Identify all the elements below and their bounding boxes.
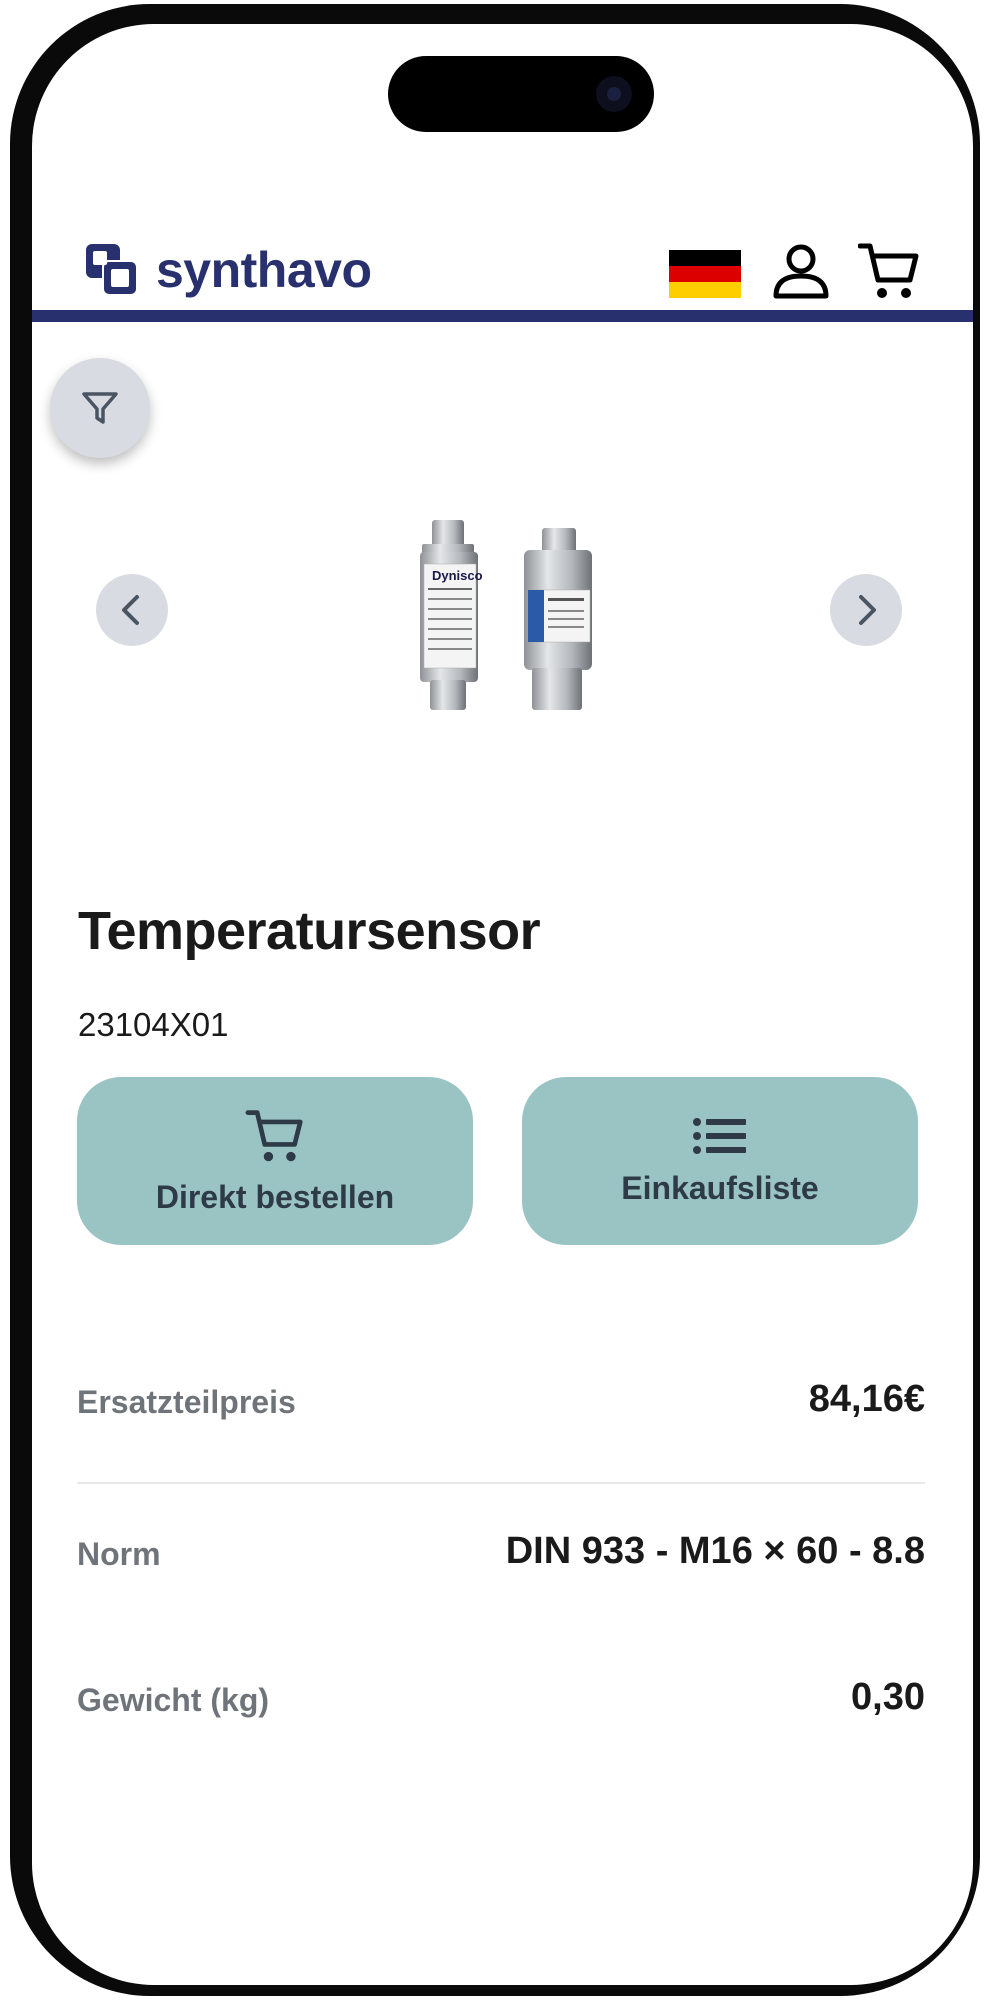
chevron-left-icon [122,595,139,625]
detail-row-norm: Norm DIN 933 - M16 × 60 - 8.8 [77,1530,925,1596]
synthavo-logo-icon [86,244,138,296]
detail-key: Gewicht (kg) [77,1682,270,1718]
image-brand-label: Dynisco [432,568,483,583]
detail-key: Ersatzteilpreis [77,1384,296,1420]
chevron-right-icon [859,595,876,625]
brand-name: synthavo [156,242,372,298]
filter-button[interactable] [50,358,150,458]
filter-icon [82,392,118,424]
detail-value: DIN 933 - M16 × 60 - 8.8 [505,1530,925,1572]
carousel-prev-button[interactable] [96,574,168,646]
product-title: Temperatursensor [78,901,541,961]
phone-frame: synthavo Dynisco Temperatursensor 23104X… [10,4,980,1996]
product-sku: 23104X01 [78,1006,229,1043]
order-now-button[interactable]: Direkt bestellen [77,1077,473,1245]
order-now-label: Direkt bestellen [155,1178,395,1215]
product-image: Dynisco [420,520,592,710]
list-icon [693,1117,746,1154]
cart-icon [245,1109,303,1161]
detail-value: 84,16€ [808,1378,925,1420]
user-icon[interactable] [772,242,830,300]
detail-row-weight: Gewicht (kg) 0,30 [77,1676,925,1742]
dynamic-island [388,56,654,132]
shopping-list-button[interactable]: Einkaufsliste [522,1077,918,1245]
cart-icon[interactable] [858,240,920,302]
app-screen: synthavo Dynisco Temperatursensor 23104X… [32,24,973,1985]
detail-value: 0,30 [851,1676,925,1718]
detail-divider [77,1482,925,1484]
detail-row-price: Ersatzteilpreis 84,16€ [77,1378,925,1444]
shopping-list-label: Einkaufsliste [621,1169,819,1206]
german-flag-icon[interactable] [669,250,741,298]
header-accent-bar [32,310,973,322]
carousel-next-button[interactable] [830,574,902,646]
header: synthavo [32,220,973,310]
detail-key: Norm [77,1536,161,1572]
brand-logo[interactable]: synthavo [84,240,372,300]
